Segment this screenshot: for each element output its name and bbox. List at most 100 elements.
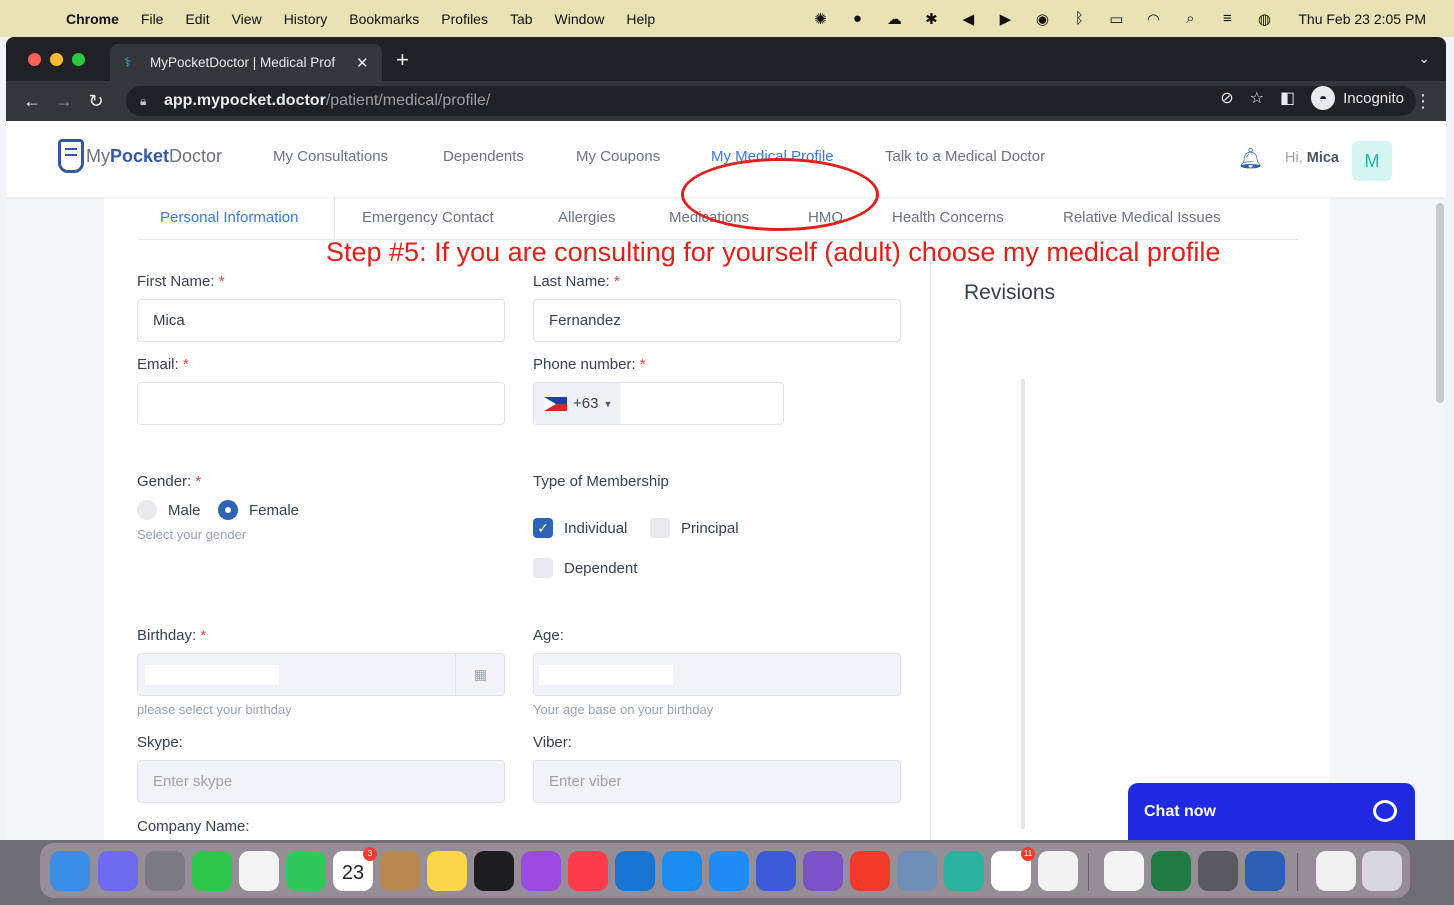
user-avatar[interactable]: M [1352, 141, 1392, 181]
menu-bookmarks[interactable]: Bookmarks [349, 11, 419, 27]
membership-principal-checkbox[interactable] [650, 518, 670, 538]
nav-talk-to-doctor[interactable]: Talk to a Medical Doctor [885, 148, 1045, 165]
reload-icon[interactable]: ↻ [80, 91, 112, 112]
menu-window[interactable]: Window [555, 11, 605, 27]
music-icon[interactable] [568, 851, 608, 891]
play-icon[interactable]: ▶ [996, 10, 1014, 28]
menu-view[interactable]: View [232, 11, 262, 27]
preview-icon[interactable] [897, 851, 937, 891]
safari-icon[interactable] [709, 851, 749, 891]
gender-male-radio[interactable] [137, 500, 157, 520]
cloud-icon[interactable]: ☁ [885, 10, 903, 28]
browser-tab-active[interactable]: ⚕ MyPocketDoctor | Medical Prof ✕ [110, 44, 382, 81]
calculator-icon[interactable] [1198, 851, 1238, 891]
sidepanel-icon[interactable]: ◧ [1280, 88, 1295, 108]
system-preferences-icon[interactable] [145, 851, 185, 891]
forward-icon[interactable]: → [48, 91, 80, 112]
tab-health-concerns[interactable]: Health Concerns [892, 209, 1004, 226]
bluetooth-icon[interactable]: ᛒ [1070, 10, 1088, 27]
tab-allergies[interactable]: Allergies [558, 209, 616, 226]
page-scrollbar[interactable] [1436, 203, 1444, 403]
menu-history[interactable]: History [284, 11, 328, 27]
viber-app-icon[interactable] [803, 851, 843, 891]
spotlight-search-icon[interactable]: ⌕ [1181, 10, 1199, 27]
membership-dependent-label[interactable]: Dependent [564, 560, 637, 577]
membership-principal-label[interactable]: Principal [681, 520, 739, 537]
chat-now-widget[interactable]: Chat now [1128, 783, 1415, 840]
zoom-window-button[interactable] [72, 52, 85, 66]
first-name-field[interactable]: Mica [137, 299, 505, 342]
photos-icon[interactable] [239, 851, 279, 891]
star-icon[interactable]: ☆ [1250, 88, 1264, 108]
calendar-icon[interactable]: ▦ [455, 654, 505, 695]
notes-icon[interactable] [427, 851, 467, 891]
menubar-clock[interactable]: Thu Feb 23 2:05 PM [1298, 11, 1426, 27]
nav-dependents[interactable]: Dependents [443, 148, 524, 165]
outlook-icon[interactable] [615, 851, 655, 891]
email-field[interactable] [137, 382, 505, 425]
tab-relative-medical-issues[interactable]: Relative Medical Issues [1063, 209, 1221, 226]
chat-now-label[interactable]: Chat now [1144, 803, 1216, 821]
close-window-button[interactable] [28, 52, 41, 66]
document-icon[interactable] [1316, 851, 1356, 891]
trash-icon[interactable] [1362, 851, 1402, 891]
skype-field[interactable]: Enter skype [137, 760, 505, 803]
excel-icon[interactable] [1151, 851, 1191, 891]
translator-icon[interactable] [756, 851, 796, 891]
launchpad-icon[interactable] [98, 851, 138, 891]
minimize-window-button[interactable] [50, 52, 63, 66]
tab-emergency-contact[interactable]: Emergency Contact [362, 209, 494, 226]
facetime-icon[interactable] [286, 851, 326, 891]
chevron-down-icon[interactable]: ⌄ [1418, 50, 1430, 67]
back-icon[interactable]: ← [16, 91, 48, 112]
membership-dependent-checkbox[interactable] [533, 558, 553, 578]
eye-off-icon[interactable]: ⊘ [1220, 88, 1233, 108]
revisions-scrollbar[interactable] [1021, 379, 1025, 829]
grammarly-icon[interactable]: ● [848, 10, 866, 27]
chrome-icon[interactable] [1104, 851, 1144, 891]
menu-file[interactable]: File [141, 11, 164, 27]
accessibility-icon[interactable]: ◉ [1033, 10, 1051, 28]
stocks-icon[interactable] [474, 851, 514, 891]
word-icon[interactable] [1245, 851, 1285, 891]
menu-help[interactable]: Help [626, 11, 655, 27]
menu-tab[interactable]: Tab [510, 11, 533, 27]
lock-icon[interactable]: 🔒︎ [140, 94, 154, 109]
podcasts-icon[interactable] [521, 851, 561, 891]
close-tab-icon[interactable]: ✕ [356, 54, 369, 72]
membership-individual-checkbox[interactable]: ✓ [533, 518, 553, 538]
menu-profiles[interactable]: Profiles [441, 11, 488, 27]
siri-icon[interactable]: ◍ [1255, 10, 1273, 28]
calendar-app-icon[interactable]: 23 3 [333, 847, 377, 891]
menu-edit[interactable]: Edit [185, 11, 209, 27]
bell-icon[interactable]: 🔔︎ [1238, 146, 1263, 171]
messages-icon[interactable] [192, 851, 232, 891]
reminders-icon[interactable]: 11 [991, 847, 1035, 891]
gear-status-icon[interactable]: ✱ [922, 10, 940, 28]
viber-field[interactable]: Enter viber [533, 760, 901, 803]
chat-bubble-icon[interactable] [1373, 800, 1397, 822]
birthday-field[interactable]: ▦ [137, 653, 505, 696]
more-options-icon[interactable]: ⋮ [1414, 91, 1432, 112]
gender-female-label[interactable]: Female [249, 502, 299, 519]
volume-icon[interactable]: ◀ [959, 10, 977, 28]
contacts-icon[interactable] [380, 851, 420, 891]
battery-icon[interactable]: ▭ [1107, 10, 1125, 28]
nav-my-coupons[interactable]: My Coupons [576, 148, 660, 165]
textedit-icon[interactable] [1038, 851, 1078, 891]
app-store-icon[interactable] [662, 851, 702, 891]
menu-app-name[interactable]: Chrome [66, 11, 119, 27]
app-status-icon[interactable]: ✺ [811, 10, 829, 28]
gender-male-label[interactable]: Male [168, 502, 201, 519]
kindle-icon[interactable] [944, 851, 984, 891]
incognito-label[interactable]: Incognito [1343, 90, 1404, 107]
tab-personal-information[interactable]: Personal Information [160, 209, 298, 226]
nav-my-consultations[interactable]: My Consultations [273, 148, 388, 165]
new-tab-icon[interactable]: + [396, 47, 409, 73]
gender-female-radio[interactable] [218, 500, 238, 520]
last-name-field[interactable]: Fernandez [533, 299, 901, 342]
wifi-icon[interactable]: ◠ [1144, 10, 1162, 28]
anydesk-icon[interactable] [850, 851, 890, 891]
control-center-icon[interactable]: ≡ [1218, 10, 1236, 27]
country-code-select[interactable]: +63 ▼ [534, 383, 621, 424]
